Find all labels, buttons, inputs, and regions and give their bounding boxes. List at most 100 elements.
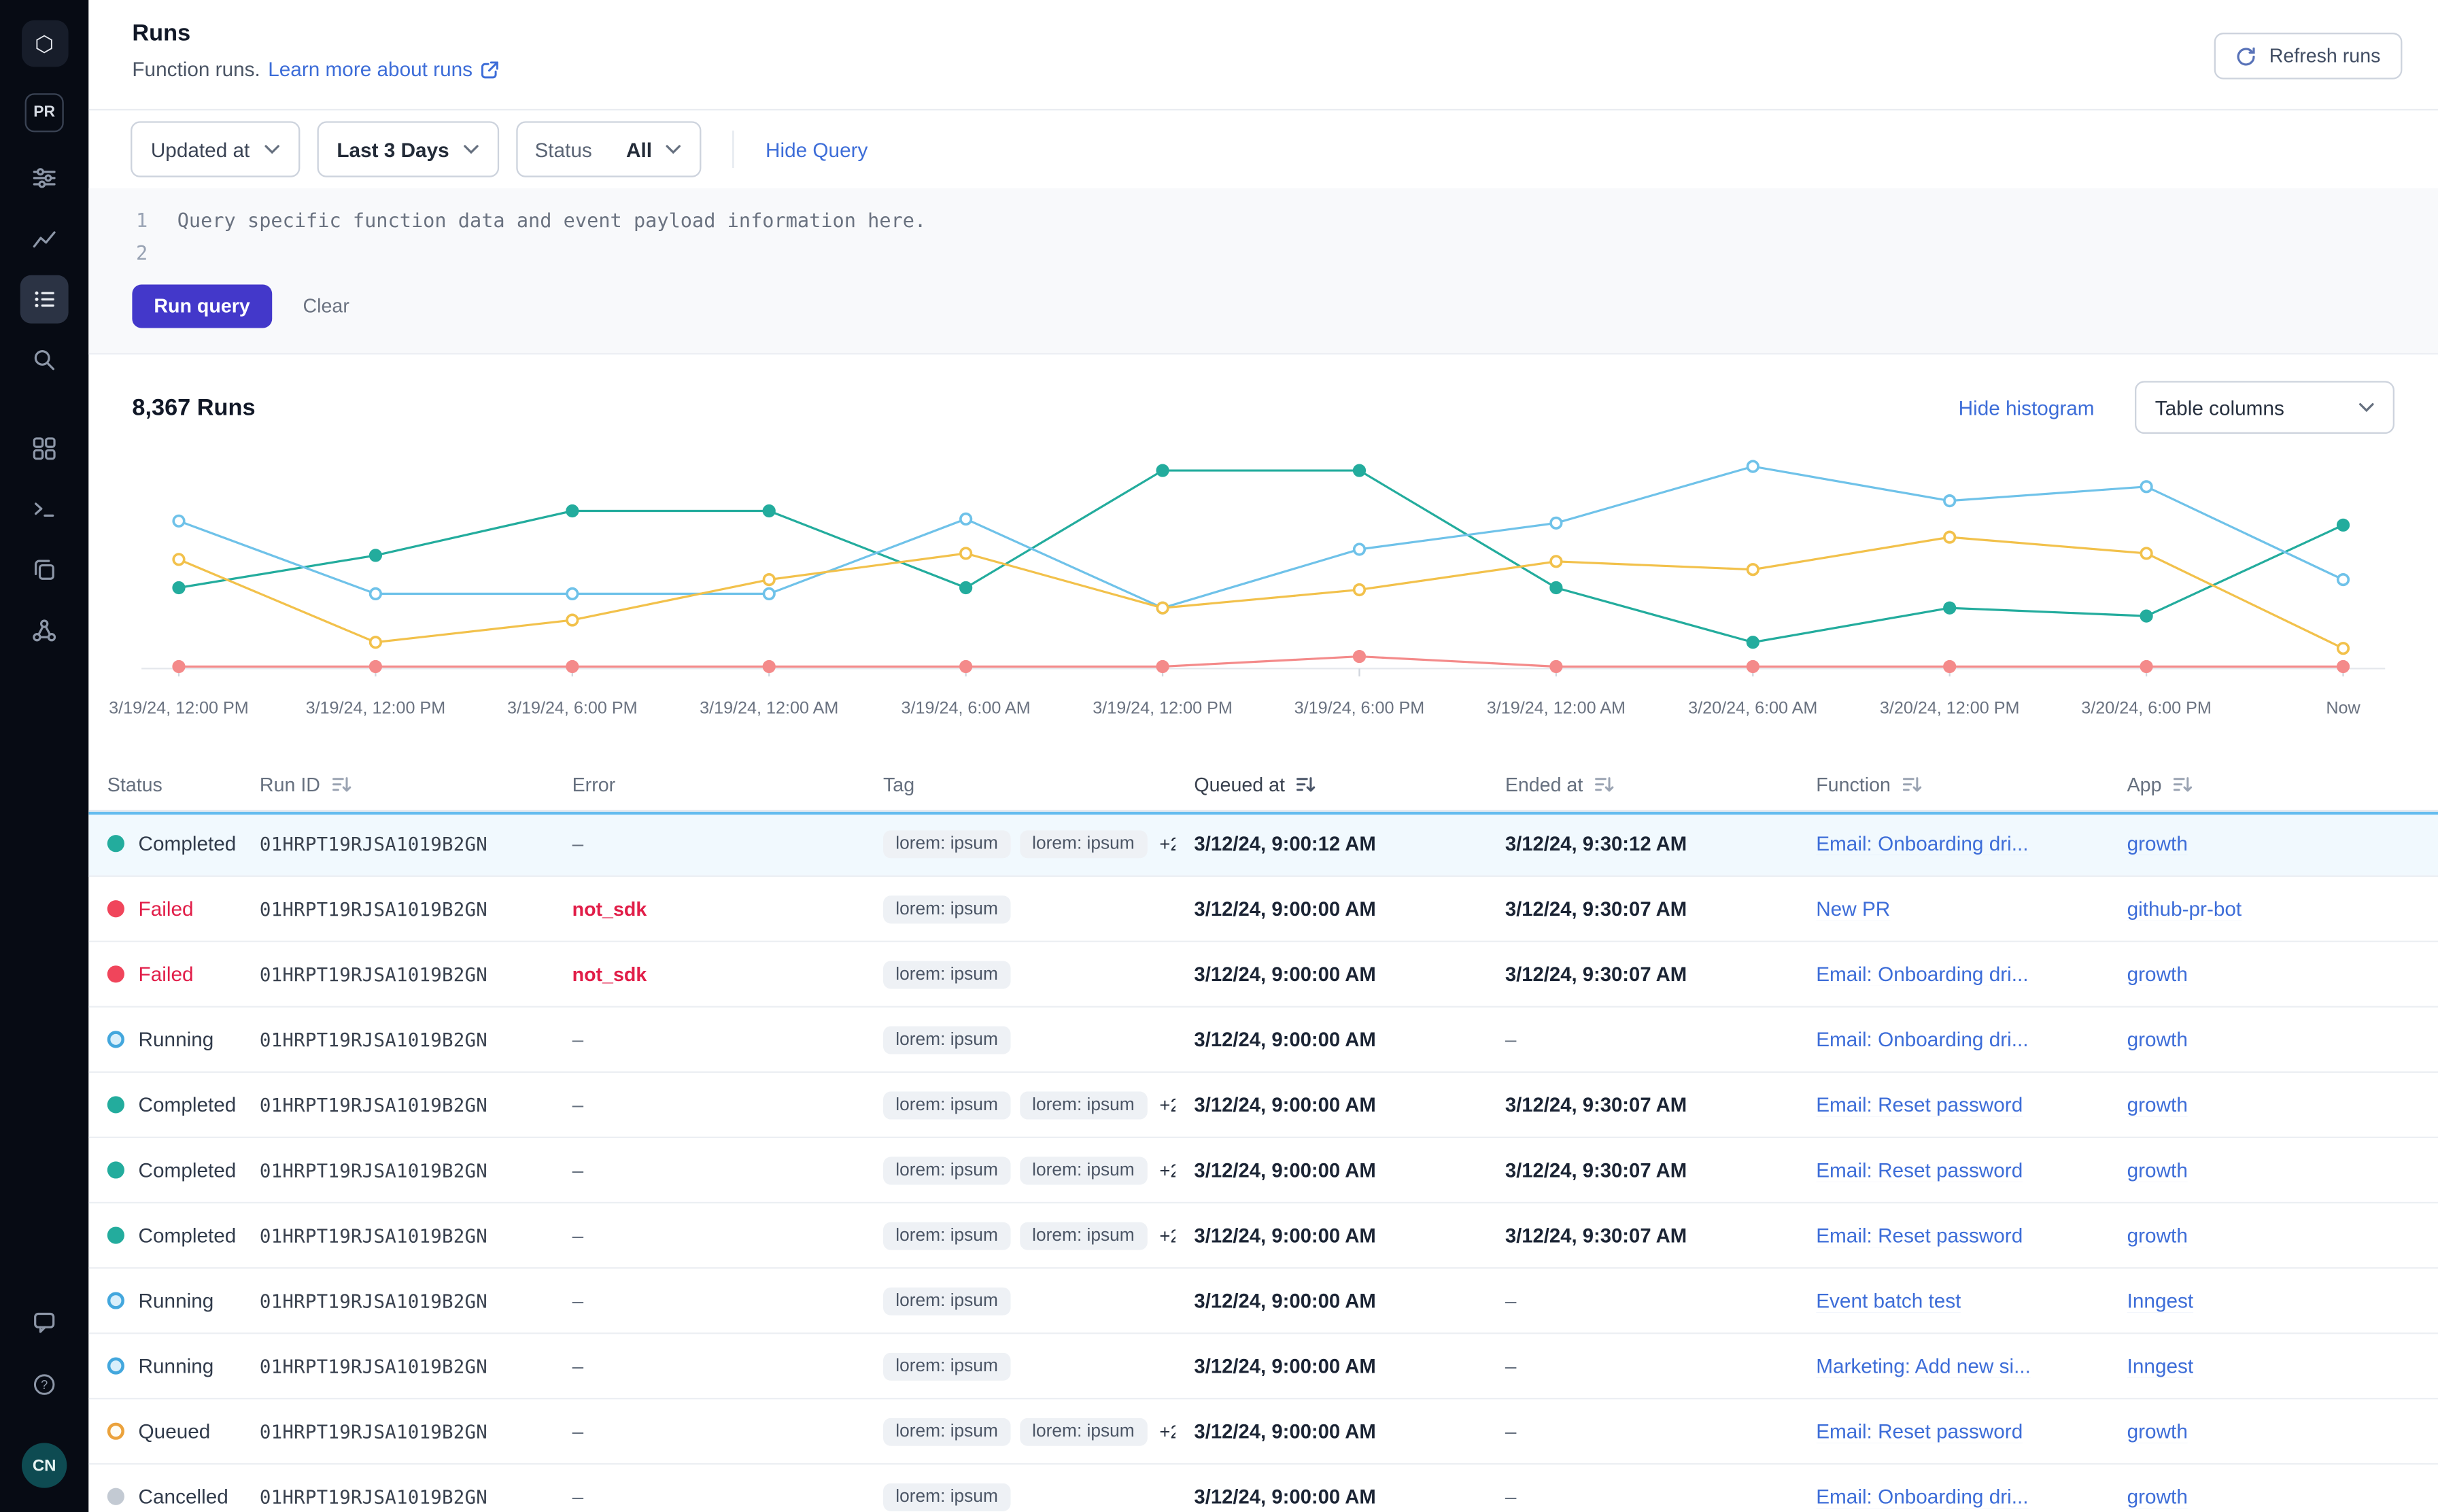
runs-histogram: 3/19/24, 12:00 PM3/19/24, 12:00 PM3/19/2… <box>132 457 2394 724</box>
chart-x-label: 3/19/24, 12:00 AM <box>700 700 838 718</box>
function-link[interactable]: Email: Reset password <box>1816 1158 2023 1182</box>
error-cell: – <box>553 1289 864 1312</box>
sidebar-item-webhooks[interactable] <box>20 606 69 655</box>
status-filter-dropdown[interactable]: Status All <box>516 121 702 177</box>
table-row[interactable]: Running 01HRPT19RJSA1019B2GN – lorem: ip… <box>88 1269 2438 1334</box>
table-row[interactable]: Cancelled 01HRPT19RJSA1019B2GN – lorem: … <box>88 1464 2438 1512</box>
sidebar-item-support[interactable] <box>20 1299 69 1347</box>
time-range-dropdown[interactable]: Last 3 Days <box>317 121 499 177</box>
app-link[interactable]: growth <box>2127 963 2188 986</box>
function-link[interactable]: Email: Onboarding dri... <box>1816 963 2028 986</box>
sidebar-item-events[interactable] <box>20 336 69 384</box>
column-header-ended-at[interactable]: Ended at <box>1486 774 1797 795</box>
app-link[interactable]: growth <box>2127 1420 2188 1443</box>
function-link[interactable]: New PR <box>1816 897 1890 921</box>
sidebar-item-filters[interactable] <box>20 154 69 202</box>
app-link[interactable]: Inngest <box>2127 1354 2194 1377</box>
runs-icon <box>31 286 58 313</box>
app-link[interactable]: growth <box>2127 832 2188 855</box>
status-dot <box>107 1292 124 1309</box>
workspace-pr-badge[interactable]: PR <box>25 93 64 132</box>
hide-histogram-link[interactable]: Hide histogram <box>1959 396 2095 419</box>
table-row[interactable]: Completed 01HRPT19RJSA1019B2GN – lorem: … <box>88 1138 2438 1203</box>
column-header-app[interactable]: App <box>2108 774 2438 795</box>
tag-cell: lorem: ipsum <box>865 895 1175 923</box>
function-link[interactable]: Email: Onboarding dri... <box>1816 1028 2028 1051</box>
line-number: 2 <box>88 237 148 269</box>
question-circle-icon: ? <box>31 1371 58 1398</box>
status-dot <box>107 1161 124 1178</box>
column-header-queued-at[interactable]: Queued at <box>1175 774 1486 795</box>
table-row[interactable]: Completed 01HRPT19RJSA1019B2GN – lorem: … <box>88 1203 2438 1269</box>
sidebar-item-apps[interactable] <box>20 424 69 472</box>
table-row[interactable]: Queued 01HRPT19RJSA1019B2GN – lorem: ips… <box>88 1399 2438 1464</box>
table-columns-select[interactable]: Table columns <box>2135 381 2394 434</box>
status-cell: Queued <box>88 1420 241 1443</box>
runs-count: 8,367 Runs <box>132 394 255 421</box>
run-query-button[interactable]: Run query <box>132 285 271 328</box>
help-icon[interactable]: ? <box>20 1360 69 1409</box>
learn-more-link[interactable]: Learn more about runs <box>268 58 473 81</box>
tag-cell: lorem: ipsum <box>865 1025 1175 1053</box>
function-link[interactable]: Email: Onboarding dri... <box>1816 1485 2028 1508</box>
sidebar-item-runs[interactable] <box>20 275 69 324</box>
function-cell: Email: Reset password <box>1798 1093 2108 1116</box>
app-cell: growth <box>2108 1224 2438 1247</box>
function-cell: Email: Onboarding dri... <box>1798 832 2108 855</box>
status-dot <box>107 835 124 852</box>
functions-icon <box>31 496 58 523</box>
function-link[interactable]: Email: Reset password <box>1816 1093 2023 1116</box>
error-cell: – <box>553 832 864 855</box>
function-link[interactable]: Email: Reset password <box>1816 1224 2023 1247</box>
query-editor[interactable]: 1 Query specific function data and event… <box>88 188 2438 355</box>
function-link[interactable]: Email: Onboarding dri... <box>1816 832 2028 855</box>
sort-field-dropdown[interactable]: Updated at <box>131 121 299 177</box>
app-link[interactable]: Inngest <box>2127 1289 2194 1312</box>
app-link[interactable]: github-pr-bot <box>2127 897 2242 921</box>
status-cell: Failed <box>88 897 241 921</box>
event-search-icon <box>31 347 58 373</box>
table-row[interactable]: Running 01HRPT19RJSA1019B2GN – lorem: ip… <box>88 1008 2438 1073</box>
app-link[interactable]: growth <box>2127 1028 2188 1051</box>
function-cell: Email: Reset password <box>1798 1158 2108 1182</box>
queued-at: 3/12/24, 9:00:00 AM <box>1175 1224 1486 1247</box>
sidebar-item-functions[interactable] <box>20 485 69 534</box>
function-link[interactable]: Email: Reset password <box>1816 1420 2023 1443</box>
queued-at: 3/12/24, 9:00:00 AM <box>1175 1028 1486 1051</box>
column-header-run-id[interactable]: Run ID <box>241 774 553 795</box>
app-link[interactable]: growth <box>2127 1158 2188 1182</box>
user-avatar[interactable]: CN <box>22 1443 67 1488</box>
status-dot <box>107 1488 124 1505</box>
tag-badge: lorem: ipsum <box>883 1090 1010 1118</box>
status-dot <box>107 1423 124 1440</box>
table-row[interactable]: Failed 01HRPT19RJSA1019B2GN not_sdk lore… <box>88 942 2438 1008</box>
table-row[interactable]: Failed 01HRPT19RJSA1019B2GN not_sdk lore… <box>88 877 2438 942</box>
query-placeholder-text: Query specific function data and event p… <box>148 204 926 237</box>
sidebar-item-metrics[interactable] <box>20 215 69 263</box>
column-header-function[interactable]: Function <box>1798 774 2108 795</box>
apps-icon <box>31 435 58 462</box>
clear-query-button[interactable]: Clear <box>303 296 349 317</box>
filter-bar: Updated at Last 3 Days Status All Hide Q… <box>88 110 2438 188</box>
hide-query-link[interactable]: Hide Query <box>766 137 868 160</box>
app-link[interactable]: growth <box>2127 1093 2188 1116</box>
sidebar-item-docs[interactable] <box>20 546 69 594</box>
table-row[interactable]: Completed 01HRPT19RJSA1019B2GN – lorem: … <box>88 812 2438 877</box>
status-label: Completed <box>139 1224 237 1247</box>
refresh-runs-button[interactable]: Refresh runs <box>2215 33 2403 80</box>
queued-at: 3/12/24, 9:00:00 AM <box>1175 1289 1486 1312</box>
table-row[interactable]: Running 01HRPT19RJSA1019B2GN – lorem: ip… <box>88 1334 2438 1399</box>
tag-badge: lorem: ipsum <box>883 1418 1010 1445</box>
sort-icon <box>331 774 351 795</box>
table-row[interactable]: Completed 01HRPT19RJSA1019B2GN – lorem: … <box>88 1073 2438 1138</box>
inngest-logo[interactable]: ⬡ <box>21 20 68 67</box>
function-cell: New PR <box>1798 897 2108 921</box>
function-link[interactable]: Marketing: Add new si... <box>1816 1354 2031 1377</box>
tag-cell: lorem: ipsumlorem: ipsum+2 <box>865 1221 1175 1249</box>
app-cell: Inngest <box>2108 1354 2438 1377</box>
sort-icon <box>1902 774 1922 795</box>
app-link[interactable]: growth <box>2127 1224 2188 1247</box>
table-columns-label: Table columns <box>2155 396 2284 419</box>
function-link[interactable]: Event batch test <box>1816 1289 1961 1312</box>
app-link[interactable]: growth <box>2127 1485 2188 1508</box>
